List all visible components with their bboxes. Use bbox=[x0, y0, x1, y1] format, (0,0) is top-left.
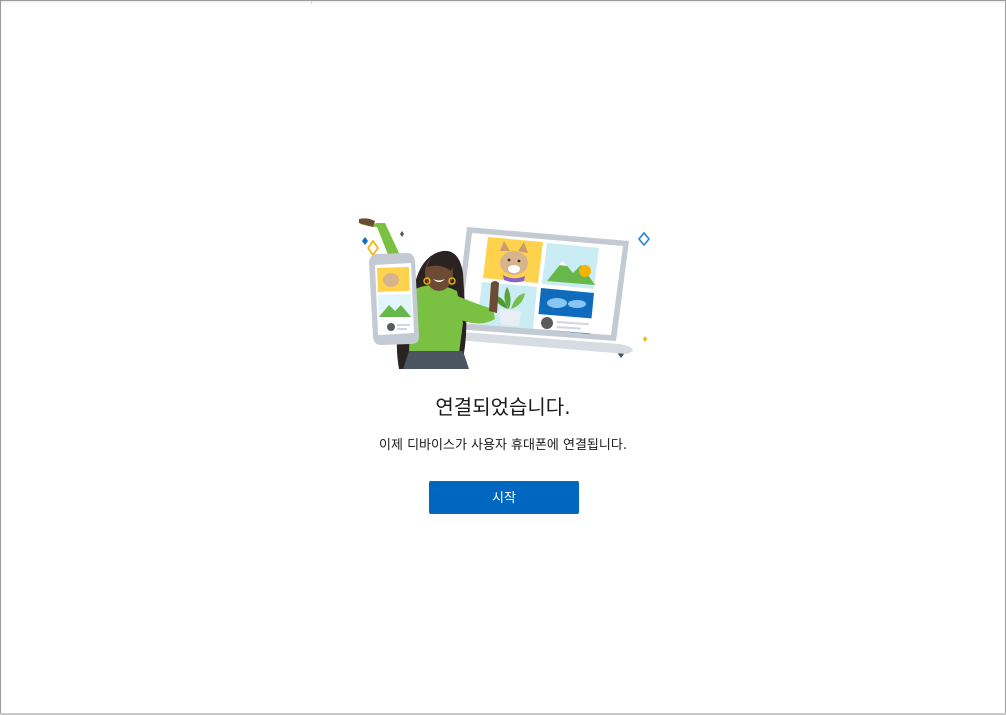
laptop bbox=[445, 227, 633, 354]
connected-message: 이제 디바이스가 사용자 휴대폰에 연결됩니다. bbox=[379, 438, 627, 453]
phone bbox=[369, 253, 419, 345]
connected-title: 연결되었습니다. bbox=[435, 395, 571, 419]
app-window: 연결되었습니다. 이제 디바이스가 사용자 휴대폰에 연결됩니다. 시작 bbox=[0, 0, 1006, 715]
connected-devices-illustration bbox=[359, 218, 651, 369]
window-top-edge bbox=[1, 1, 1005, 4]
start-button[interactable]: 시작 bbox=[429, 481, 579, 514]
